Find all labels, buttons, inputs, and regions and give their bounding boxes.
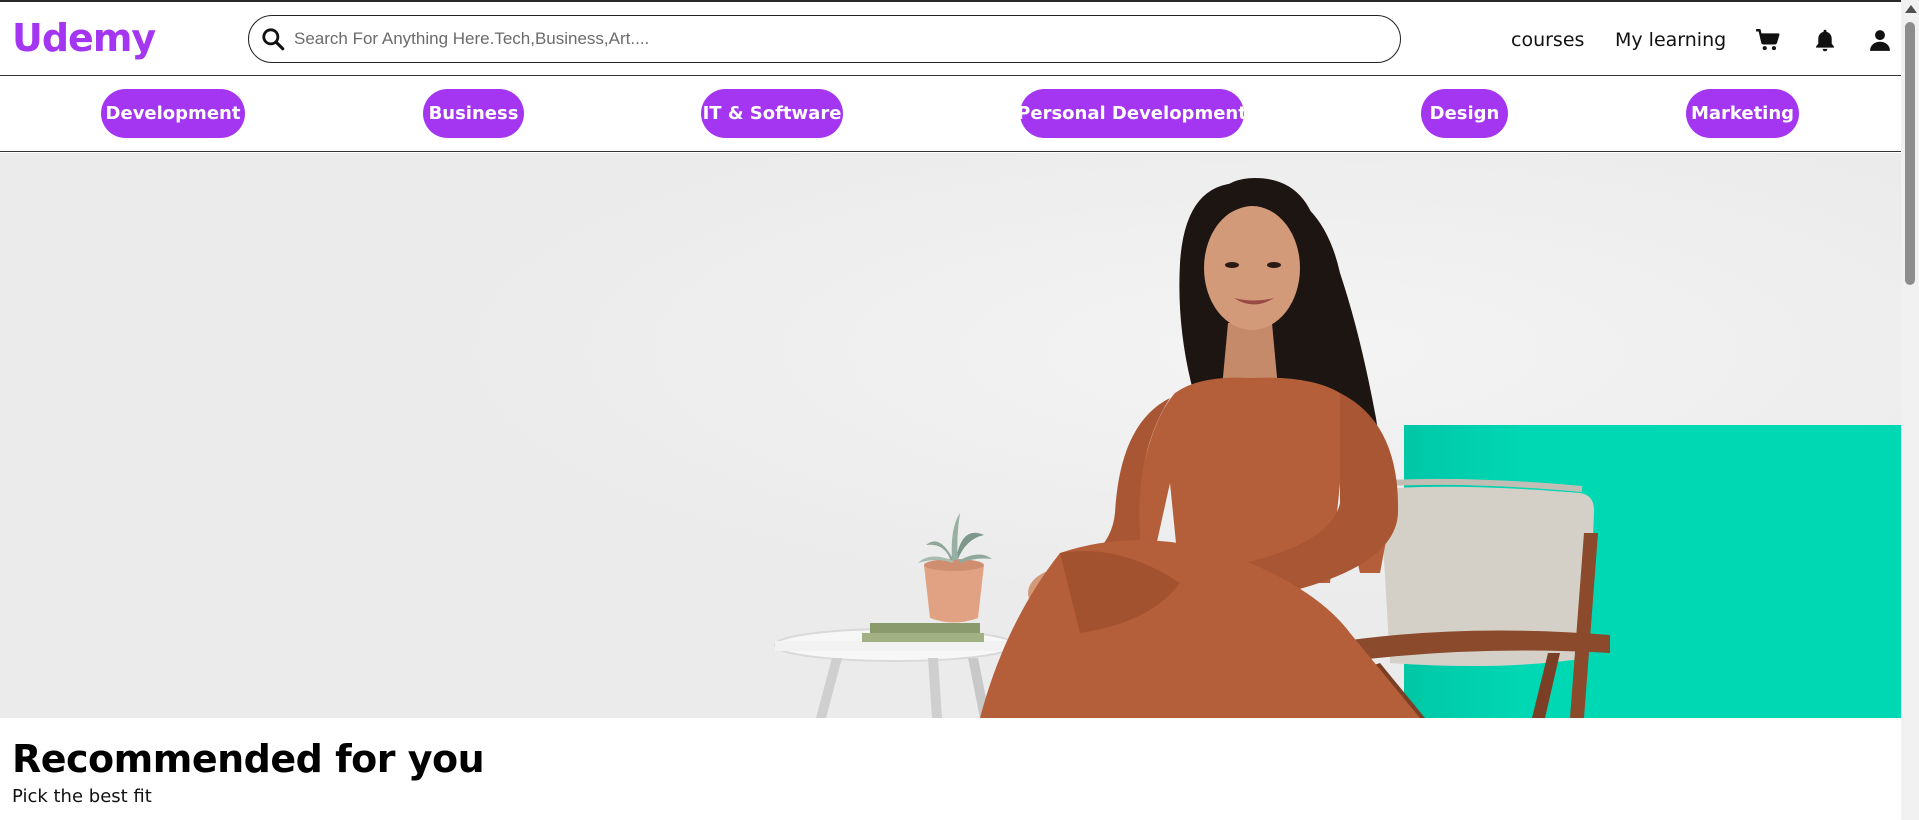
search-input[interactable]	[294, 29, 1374, 49]
scroll-up-arrow-icon[interactable]	[1905, 5, 1917, 13]
user-icon[interactable]	[1867, 27, 1893, 53]
cart-icon[interactable]	[1755, 27, 1781, 53]
section-title: Recommended for you	[12, 737, 485, 781]
nav-courses-link[interactable]: courses	[1511, 29, 1584, 51]
hero-illustration	[0, 153, 1901, 718]
brand-logo[interactable]: Udemy	[12, 16, 156, 60]
category-personal-development[interactable]: Personal Development	[1017, 89, 1247, 138]
category-business[interactable]: Business	[423, 89, 524, 138]
hero-banner	[0, 153, 1901, 718]
bell-icon[interactable]	[1812, 27, 1838, 53]
search-icon[interactable]	[260, 26, 286, 52]
category-marketing[interactable]: Marketing	[1686, 89, 1799, 138]
scroll-thumb[interactable]	[1905, 22, 1915, 285]
search-bar[interactable]	[248, 15, 1401, 63]
site-header: Udemy courses My learning	[0, 2, 1901, 76]
section-subtitle: Pick the best fit	[12, 786, 152, 807]
page-scrollbar[interactable]	[1901, 0, 1919, 820]
category-design[interactable]: Design	[1421, 89, 1508, 138]
nav-my-learning-link[interactable]: My learning	[1615, 29, 1726, 51]
category-bar: Development Business IT & Software Perso…	[0, 76, 1901, 152]
category-it-software[interactable]: IT & Software	[701, 89, 843, 138]
category-development[interactable]: Development	[101, 89, 245, 138]
